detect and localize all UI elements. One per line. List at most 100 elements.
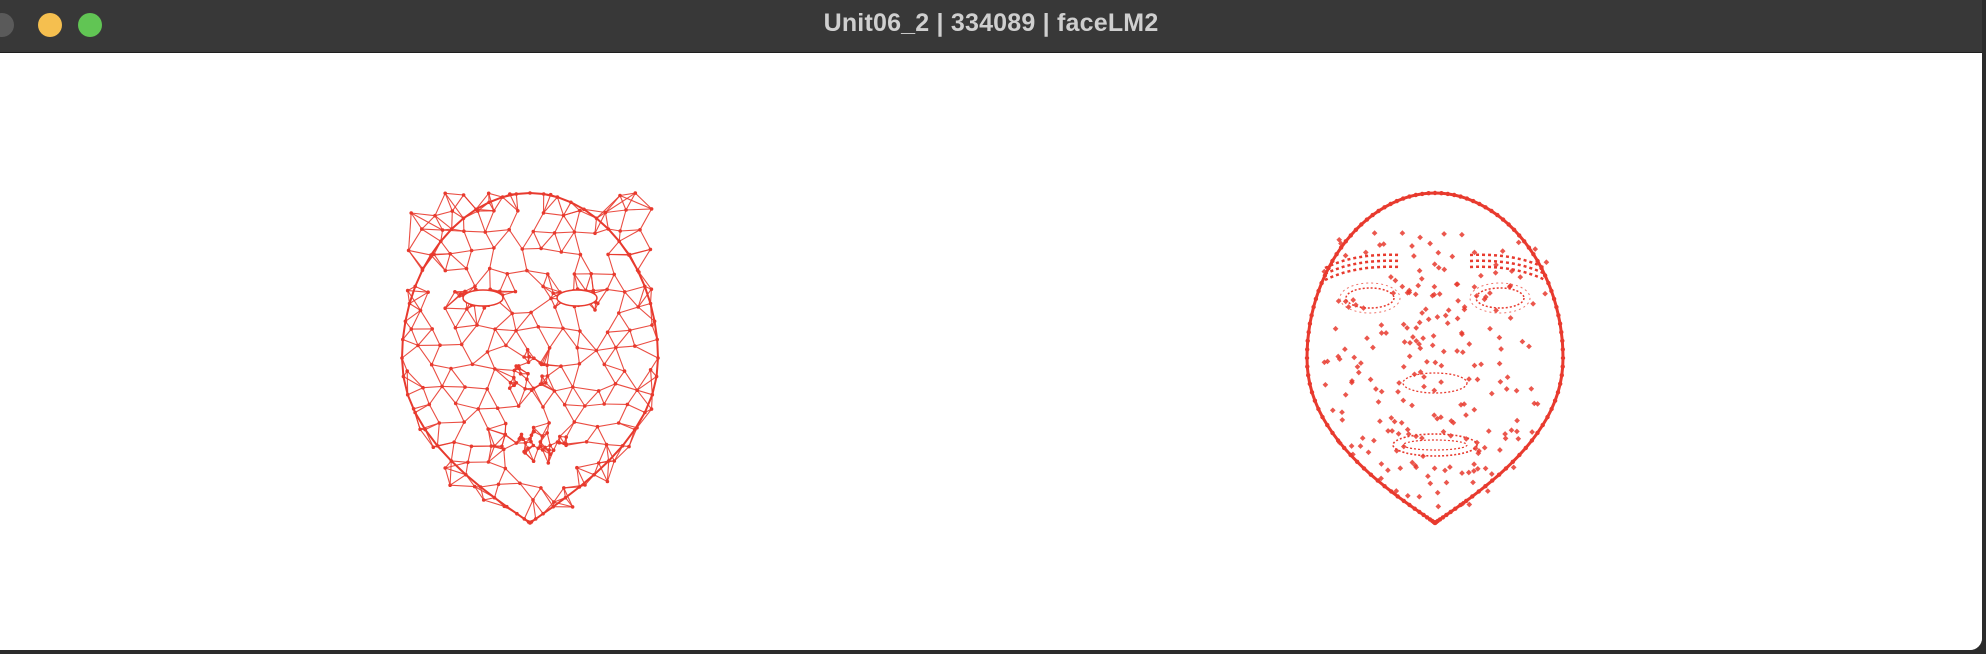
mesh-landmark	[562, 402, 567, 407]
mesh-landmark	[485, 387, 489, 391]
mesh-landmark	[555, 195, 560, 199]
outline-landmark	[1306, 373, 1311, 378]
mesh-landmark	[654, 374, 659, 379]
mesh-landmark	[656, 356, 660, 360]
mesh-edge	[579, 254, 592, 275]
outline-landmark	[1316, 288, 1321, 294]
mesh-landmark	[507, 386, 512, 390]
interior-landmark	[1488, 471, 1495, 477]
interior-landmark	[1332, 325, 1339, 332]
interior-landmark	[1487, 325, 1493, 332]
outline-landmark	[1309, 390, 1315, 395]
mesh-landmark	[593, 308, 597, 312]
mesh-edge	[584, 403, 605, 407]
mesh-landmark	[602, 362, 607, 367]
mesh-landmark	[448, 252, 452, 256]
interior-landmark	[1454, 315, 1461, 322]
interior-landmark	[1519, 338, 1526, 345]
interior-landmark	[1342, 346, 1348, 353]
outline-landmark	[1556, 313, 1561, 318]
interior-landmark	[1380, 241, 1387, 247]
title-bar[interactable]: Unit06_2 | 334089 | faceLM2	[0, 0, 1982, 53]
outline-landmark	[1559, 330, 1564, 335]
mesh-landmark	[561, 326, 565, 331]
mesh-edge	[634, 338, 658, 347]
outline-landmark	[1309, 313, 1314, 318]
mesh-landmark	[624, 208, 628, 212]
mesh-landmark	[551, 504, 555, 509]
mesh-edge	[466, 268, 476, 287]
outline-landmark	[1471, 198, 1476, 204]
mesh-landmark	[643, 410, 647, 415]
mesh-edge	[562, 327, 580, 332]
mesh-landmark	[420, 227, 424, 231]
mesh-landmark	[617, 311, 621, 315]
mesh-landmark	[510, 311, 514, 316]
mesh-landmark	[466, 460, 470, 465]
mesh-edge	[484, 210, 495, 233]
outline-landmark	[1311, 304, 1316, 310]
mesh-landmark	[553, 305, 557, 309]
interior-landmark	[1481, 444, 1488, 451]
mesh-landmark	[575, 465, 579, 470]
mesh-edge	[577, 347, 597, 352]
mesh-landmark	[508, 192, 512, 196]
interior-landmark	[1434, 489, 1441, 496]
outline-landmark	[1364, 217, 1370, 222]
mesh-edge	[450, 484, 475, 488]
interior-landmark	[1385, 467, 1391, 474]
mesh-edge	[564, 404, 575, 423]
interior-landmark	[1351, 354, 1358, 361]
outline-landmark	[1319, 280, 1324, 286]
mesh-edge	[598, 444, 608, 464]
mesh-landmark	[602, 402, 606, 406]
outline-landmark	[1495, 212, 1500, 218]
outline-landmark	[1305, 364, 1310, 369]
mesh-edge	[445, 268, 467, 272]
interior-landmark	[1496, 360, 1503, 367]
mesh-landmark	[522, 517, 527, 521]
mesh-landmark	[528, 191, 532, 195]
mesh-edge	[449, 253, 467, 270]
mesh-landmark	[429, 253, 433, 257]
mesh-landmark	[559, 250, 564, 254]
mesh-landmark	[596, 301, 600, 306]
mesh-edge	[584, 390, 600, 407]
mesh-landmark	[540, 434, 544, 438]
outline-landmark	[1313, 296, 1319, 302]
face-landmark-points	[1304, 190, 1566, 526]
mesh-edge	[618, 306, 639, 314]
outline-landmark	[1554, 304, 1559, 310]
mesh-landmark	[525, 377, 529, 381]
mesh-landmark	[409, 327, 414, 331]
face-mesh-wireframe	[400, 191, 660, 525]
mesh-landmark	[449, 366, 453, 371]
mesh-landmark	[539, 362, 544, 367]
mesh-edge	[542, 406, 550, 424]
mesh-edge	[489, 267, 508, 275]
mesh-edge	[615, 345, 635, 349]
outline-landmark	[1388, 201, 1393, 207]
mesh-edge	[407, 387, 424, 396]
interior-landmark	[1378, 322, 1385, 328]
mesh-landmark	[478, 485, 483, 489]
mesh-landmark	[526, 446, 530, 451]
mesh-landmark	[474, 207, 478, 212]
interior-landmark	[1438, 379, 1444, 385]
mesh-edge	[439, 421, 465, 424]
interior-landmark	[1404, 492, 1411, 499]
mesh-edge	[451, 211, 453, 230]
interior-landmark	[1417, 234, 1423, 241]
mesh-landmark	[452, 440, 456, 445]
interior-landmark	[1436, 291, 1443, 297]
outline-landmark	[1490, 478, 1495, 483]
mesh-landmark	[546, 461, 551, 465]
outline-landmark	[1552, 398, 1558, 403]
mesh-edge	[618, 312, 631, 331]
mesh-edge	[560, 365, 574, 388]
outline-landmark	[1417, 509, 1422, 515]
mesh-edge	[546, 432, 551, 446]
outline-landmark	[1529, 438, 1535, 443]
mesh-landmark	[518, 372, 523, 376]
mesh-edge	[497, 468, 506, 485]
